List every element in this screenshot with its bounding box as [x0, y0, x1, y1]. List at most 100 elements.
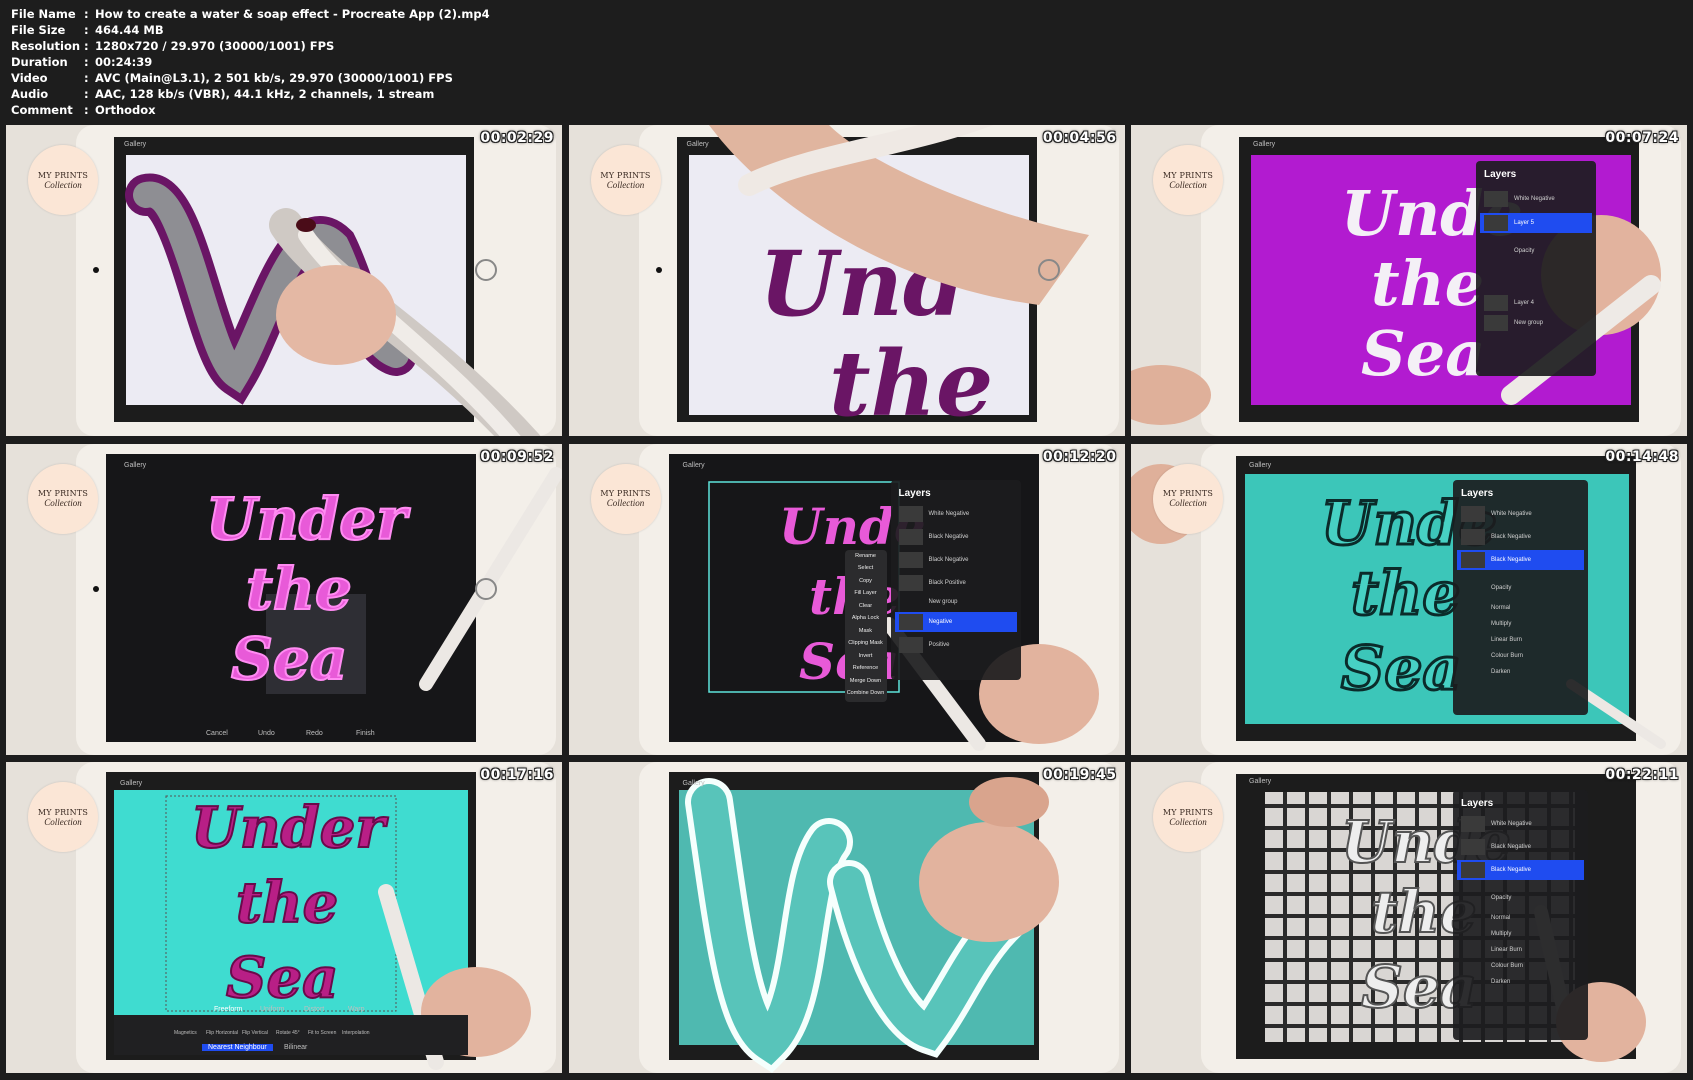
menu-item[interactable]: Copy	[845, 575, 887, 588]
layer-row[interactable]: Black Negative	[895, 527, 1017, 547]
layer-row-active[interactable]: Negative	[894, 611, 1017, 632]
menu-item[interactable]: Merge Down	[845, 675, 887, 688]
gallery-button[interactable]: Gallery	[1249, 462, 1271, 469]
menu-item[interactable]: Select	[845, 562, 887, 575]
layer-row-active[interactable]: Black Negative	[1457, 549, 1584, 570]
info-value: How to create a water & soap effect - Pr…	[95, 7, 490, 21]
layer-row-active[interactable]: Layer 5	[1480, 213, 1592, 233]
layer-name: Layer 5	[1514, 220, 1535, 226]
layer-name: Darken	[1491, 668, 1511, 675]
layer-name: Normal	[1491, 915, 1511, 921]
bilinear-button[interactable]: Bilinear	[284, 1044, 307, 1051]
layers-panel: Layers White Negative Layer 5 Opacity La…	[1476, 161, 1596, 376]
layer-name: Opacity	[1514, 248, 1535, 254]
layer-row[interactable]: Layer 4	[1480, 293, 1592, 313]
gallery-button[interactable]: Gallery	[1253, 141, 1275, 148]
redo-button[interactable]: Redo	[306, 730, 323, 737]
layer-name: Linear Burn	[1491, 947, 1523, 953]
layer-row[interactable]: White Negative	[895, 504, 1017, 524]
logo-line1: MY PRINTS	[1162, 807, 1214, 817]
menu-item[interactable]: Clipping Mask	[845, 637, 887, 650]
frame-8-image	[568, 762, 1125, 1073]
svg-text:the: the	[1371, 247, 1484, 320]
gallery-button[interactable]: Gallery	[683, 462, 705, 469]
undo-button[interactable]: Undo	[258, 730, 275, 737]
info-separator: :	[84, 55, 89, 69]
gallery-button[interactable]: Gallery	[124, 141, 146, 148]
layers-panel-title: Layers	[1461, 487, 1494, 499]
tab-warp[interactable]: Warp	[348, 1006, 364, 1013]
logo-line1: MY PRINTS	[37, 807, 89, 817]
menu-item[interactable]: Clear	[845, 600, 887, 613]
info-separator: :	[84, 39, 89, 53]
layer-row[interactable]: White Negative	[1457, 504, 1584, 524]
svg-text:the: the	[829, 331, 993, 436]
gallery-button[interactable]: Gallery	[687, 141, 709, 148]
info-value: 00:24:39	[95, 55, 153, 69]
brand-logo: MY PRINTS Collection	[1153, 782, 1223, 852]
menu-item[interactable]: Combine Down	[845, 687, 887, 700]
layer-name: White Negative	[1491, 821, 1532, 827]
layer-row[interactable]: Black Positive	[895, 573, 1017, 593]
layer-row-active[interactable]: Black Negative	[1457, 860, 1584, 880]
menu-item[interactable]: Invert	[845, 650, 887, 663]
layer-name: Black Negative	[1491, 844, 1532, 850]
info-value: AVC (Main@L3.1), 2 501 kb/s, 29.970 (300…	[95, 71, 453, 85]
flip-horizontal-button[interactable]: Flip Horizontal	[206, 1030, 238, 1036]
gallery-button[interactable]: Gallery	[124, 462, 146, 469]
menu-item[interactable]: Fill Layer	[845, 587, 887, 600]
gallery-button[interactable]: Gallery	[1249, 778, 1271, 785]
layer-row[interactable]: Black Negative	[1457, 527, 1584, 547]
layer-row[interactable]: Black Negative	[895, 550, 1017, 570]
info-value: AAC, 128 kb/s (VBR), 44.1 kHz, 2 channel…	[95, 87, 435, 101]
gallery-button[interactable]: Gallery	[120, 780, 142, 787]
blend-mode-option[interactable]: Darken	[1457, 662, 1584, 682]
layer-row[interactable]: White Negative	[1480, 189, 1592, 209]
layer-name: Positive	[928, 641, 950, 648]
magnetics-button[interactable]: Magnetics	[174, 1030, 197, 1036]
thumbnail-3: Unde the Sea Layers White Negative Layer…	[1131, 125, 1687, 436]
logo-line1: MY PRINTS	[1162, 489, 1214, 498]
interpolation-button[interactable]: Interpolation	[342, 1030, 370, 1036]
svg-text:Sea: Sea	[231, 625, 347, 693]
menu-item[interactable]: Rename	[845, 550, 887, 563]
tab-uniform[interactable]: Uniform	[260, 1006, 285, 1013]
opacity-label: Opacity	[1457, 888, 1584, 908]
gallery-button[interactable]: Gallery	[683, 780, 705, 787]
layer-row[interactable]: Black Negative	[1457, 837, 1584, 857]
flip-vertical-button[interactable]: Flip Vertical	[242, 1030, 268, 1036]
menu-item[interactable]: Reference	[845, 662, 887, 675]
svg-text:Sea: Sea	[1361, 317, 1485, 390]
thumbnail-4: Under the Sea MY PRINTS Collection Galler…	[6, 443, 562, 755]
timestamp: 00:14:48	[1605, 448, 1679, 465]
layer-name: White Negative	[1514, 196, 1555, 202]
layer-row[interactable]: Positive	[895, 635, 1017, 655]
info-key: Duration	[11, 55, 68, 69]
tab-distort[interactable]: Distort	[304, 1006, 324, 1013]
cancel-button[interactable]: Cancel	[206, 730, 228, 737]
layer-name: Colour Burn	[1491, 963, 1524, 969]
logo-line2: Collection	[1169, 816, 1207, 827]
blend-mode-option[interactable]: Darken	[1457, 972, 1584, 992]
menu-item[interactable]: Alpha Lock	[845, 612, 887, 625]
timestamp: 00:12:20	[1042, 448, 1117, 465]
layer-row[interactable]: New group	[895, 592, 1017, 612]
finish-button[interactable]: Finish	[356, 730, 375, 737]
layers-panel-title: Layers	[1484, 169, 1517, 180]
info-value: 1280x720 / 29.970 (30000/1001) FPS	[95, 39, 335, 53]
fit-to-screen-button[interactable]: Fit to Screen	[308, 1030, 336, 1036]
brand-logo: MY PRINTS Collection	[1153, 463, 1223, 534]
menu-item[interactable]: Mask	[845, 625, 887, 638]
info-row: Audio: AAC, 128 kb/s (VBR), 44.1 kHz, 2 c…	[11, 86, 490, 102]
nearest-neighbour-button[interactable]: Nearest Neighbour	[202, 1044, 273, 1051]
brand-logo: MY PRINTS Collection	[28, 463, 98, 534]
layer-row[interactable]: New group	[1480, 313, 1592, 333]
rotate-button[interactable]: Rotate 45°	[276, 1030, 300, 1036]
logo-line1: MY PRINTS	[37, 489, 89, 498]
info-separator: :	[84, 103, 89, 117]
tab-freeform[interactable]: Freeform	[214, 1006, 242, 1013]
info-row: Comment: Orthodox	[11, 102, 490, 118]
info-row: Resolution:1280x720 / 29.970 (30000/1001…	[11, 38, 490, 54]
layer-row[interactable]: White Negative	[1457, 814, 1584, 834]
info-separator: :	[84, 7, 89, 21]
